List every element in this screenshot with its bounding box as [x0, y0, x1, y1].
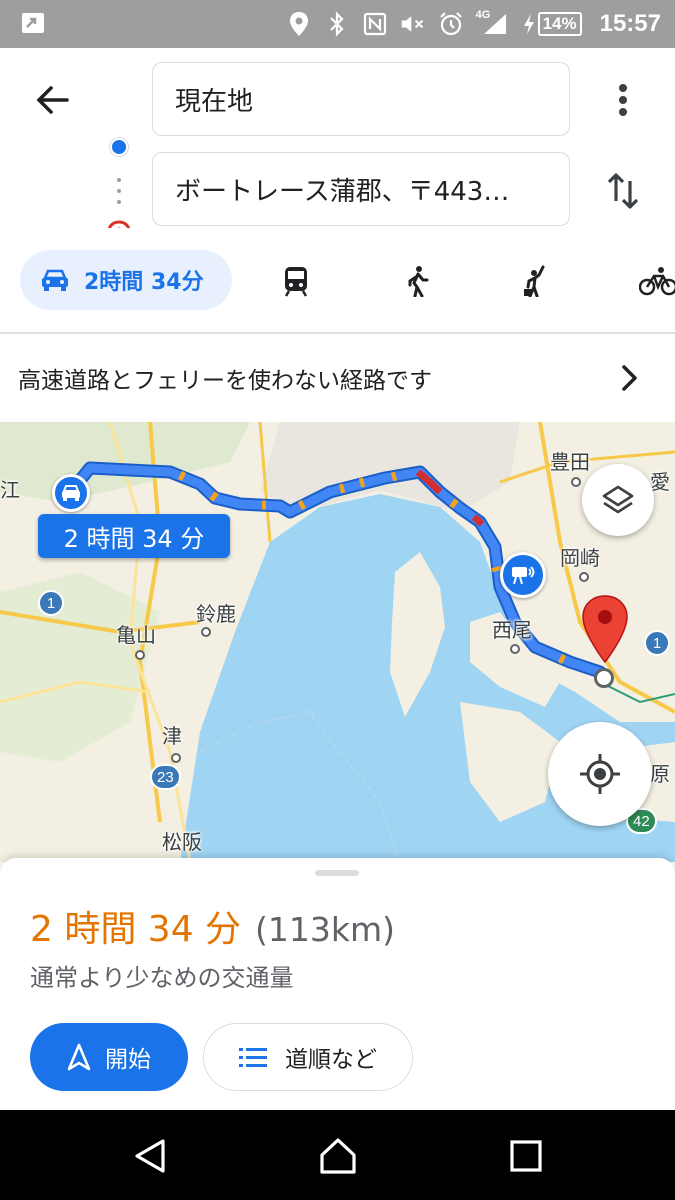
drive-duration: 2時間 34分: [84, 270, 204, 295]
speed-camera-marker[interactable]: [500, 552, 546, 598]
route-shield: 23: [150, 764, 181, 790]
steps-button[interactable]: 道順など: [203, 1023, 413, 1091]
home-icon: [320, 1138, 356, 1174]
nav-recents-button[interactable]: [506, 1136, 546, 1176]
route-shield: 1: [644, 630, 670, 656]
triangle-back-icon: [135, 1139, 165, 1173]
layers-button[interactable]: [582, 464, 654, 536]
map-label-suzuka: 鈴鹿: [196, 602, 236, 626]
directions-header: 現在地 ボートレース蒲郡、〒443…: [0, 48, 675, 250]
connector-dots: [117, 178, 121, 204]
map-view[interactable]: 豊田 愛 江 岡崎 鈴鹿 亀山 西尾 津 松阪 原 1 1 23 42 2 時間…: [0, 422, 675, 862]
tab-drive[interactable]: 2時間 34分: [20, 250, 232, 310]
trip-distance: (113km): [255, 910, 396, 949]
map-label-hara: 原: [650, 762, 670, 786]
my-location-button[interactable]: [548, 722, 652, 826]
start-label: 開始: [105, 1047, 151, 1073]
system-nav-bar: [0, 1110, 675, 1200]
speed-camera-icon: [512, 566, 535, 585]
back-button[interactable]: [30, 78, 74, 122]
navigation-arrow-icon: [67, 1043, 91, 1071]
map-label-toyota: 豊田: [550, 450, 590, 474]
map-label-kameyama: 亀山: [116, 623, 156, 647]
map-label-tsu: 津: [162, 724, 182, 748]
traffic-status: 通常より少なめの交通量: [30, 964, 294, 992]
drag-handle[interactable]: [315, 870, 359, 876]
location-icon: [286, 11, 312, 37]
destination-input[interactable]: ボートレース蒲郡、〒443…: [152, 152, 570, 226]
tab-transit[interactable]: [279, 264, 313, 298]
destination-marker-icon[interactable]: [580, 594, 630, 664]
car-icon: [42, 269, 68, 291]
bicycle-icon: [639, 267, 675, 296]
status-bar: 4G 14% 15:57: [0, 0, 675, 48]
nav-back-button[interactable]: [130, 1136, 170, 1176]
route-options-notice[interactable]: 高速道路とフェリーを使わない経路です: [0, 334, 675, 422]
nav-home-button[interactable]: [318, 1136, 358, 1176]
square-recents-icon: [510, 1140, 542, 1172]
map-label-edge: 江: [0, 478, 20, 502]
destination-point: [594, 668, 614, 688]
eta-line: 2 時間 34 分 (113km): [30, 900, 395, 952]
notice-text: 高速道路とフェリーを使わない経路です: [18, 368, 432, 394]
battery-indicator: 14%: [522, 12, 582, 36]
walk-icon: [408, 266, 429, 297]
route-summary-sheet: 2 時間 34 分 (113km) 通常より少なめの交通量 開始 道順など: [0, 858, 675, 1110]
more-options-button[interactable]: [603, 78, 643, 122]
bluetooth-icon: [324, 11, 350, 37]
clock: 15:57: [599, 10, 661, 37]
alarm-icon: [438, 11, 464, 37]
list-icon: [239, 1048, 267, 1067]
crosshair-icon: [580, 754, 620, 794]
charging-icon: [523, 14, 534, 34]
trip-duration: 2 時間 34 分: [30, 909, 242, 950]
map-label-matsusaka: 松阪: [162, 830, 202, 854]
chevron-right-icon: [622, 365, 637, 391]
arrow-left-icon: [36, 86, 69, 114]
travel-mode-tabs: 2時間 34分: [0, 228, 675, 332]
tab-bicycle[interactable]: [638, 264, 675, 298]
route-shield: 1: [38, 590, 64, 616]
origin-dot-icon: [110, 138, 128, 156]
origin-input[interactable]: 現在地: [152, 62, 570, 136]
screen-cast-icon: [20, 10, 46, 36]
nfc-icon: [362, 11, 388, 37]
ride-hailing-icon: [524, 265, 545, 297]
battery-level: 14%: [537, 12, 582, 36]
layers-icon: [602, 485, 634, 514]
map-label-okazaki: 岡崎: [560, 546, 600, 570]
map-label-nishio: 西尾: [492, 618, 532, 642]
network-type: 4G: [475, 9, 491, 21]
steps-label: 道順など: [285, 1047, 377, 1073]
transit-icon: [284, 267, 308, 297]
car-icon: [62, 485, 80, 501]
tab-ride-hailing[interactable]: [518, 264, 552, 298]
more-vert-icon: [619, 84, 627, 116]
mute-icon: [400, 11, 426, 37]
origin-car-marker[interactable]: [52, 474, 90, 512]
signal-icon: 4G: [475, 9, 510, 37]
start-button[interactable]: 開始: [30, 1023, 188, 1091]
tab-walk[interactable]: [400, 264, 434, 298]
route-eta-bubble[interactable]: 2 時間 34 分: [38, 514, 230, 558]
swap-button[interactable]: [600, 168, 646, 214]
swap-vert-icon: [607, 173, 639, 209]
